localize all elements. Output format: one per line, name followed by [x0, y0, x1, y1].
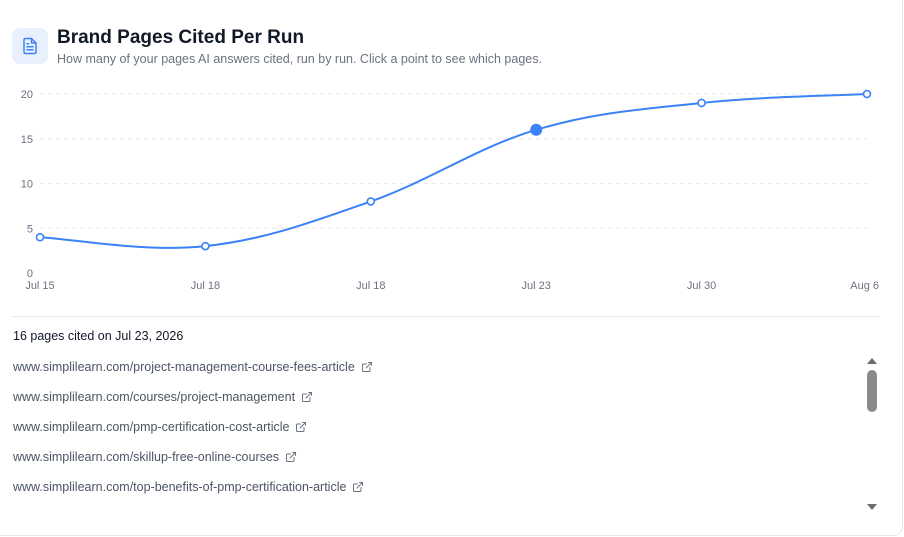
cited-page-url: www.simplilearn.com/top-benefits-of-pmp-…	[13, 480, 347, 494]
chart-title: Brand Pages Cited Per Run	[57, 27, 305, 48]
y-tick-label: 10	[21, 179, 33, 191]
x-tick-label: Jul 30	[687, 280, 716, 292]
external-link-icon[interactable]	[285, 451, 297, 463]
divider	[12, 316, 880, 317]
y-tick-label: 5	[27, 223, 33, 235]
y-tick-label: 20	[21, 89, 33, 101]
cited-pages-list: www.simplilearn.com/project-management-c…	[0, 352, 860, 512]
data-point[interactable]	[201, 241, 210, 251]
cited-page-url: www.simplilearn.com/pmp-certification-co…	[13, 420, 290, 434]
cited-page-link[interactable]: www.simplilearn.com/skillup-free-online-…	[13, 446, 297, 468]
y-tick-label: 15	[21, 134, 33, 146]
x-tick-label: Jul 15	[25, 280, 54, 292]
data-point[interactable]	[366, 197, 376, 206]
scroll-down-arrow-icon[interactable]	[867, 504, 877, 510]
chart-subtitle: How many of your pages AI answers cited,…	[57, 52, 542, 66]
external-link-icon[interactable]	[301, 391, 313, 403]
cited-page-link[interactable]: www.simplilearn.com/pmp-certification-co…	[13, 416, 307, 438]
data-point[interactable]	[697, 98, 706, 108]
scrollbar[interactable]	[864, 354, 880, 512]
cited-page-link[interactable]: www.simplilearn.com/top-benefits-of-pmp-…	[13, 476, 364, 498]
line-chart: 0 5 10 15 20 Jul 15 Jul 18 Jul 18 Jul 23 Jul 30 Au…	[21, 89, 879, 292]
external-link-icon[interactable]	[295, 421, 307, 433]
y-tick-label: 0	[27, 268, 33, 280]
detail-heading: 16 pages cited on Jul 23, 2026	[13, 329, 184, 343]
cited-page-link[interactable]: www.simplilearn.com/courses/project-mana…	[13, 386, 313, 408]
x-tick-label: Jul 18	[356, 280, 385, 292]
x-tick-label: Aug 6	[850, 280, 879, 292]
x-tick-label: Jul 23	[522, 280, 551, 292]
data-point[interactable]	[862, 89, 872, 99]
cited-page-url: www.simplilearn.com/skillup-free-online-…	[13, 450, 280, 464]
cited-page-link[interactable]: www.simplilearn.com/project-management-c…	[13, 356, 373, 378]
external-link-icon[interactable]	[352, 481, 364, 493]
x-tick-label: Jul 18	[191, 280, 220, 292]
document-icon	[12, 28, 48, 64]
data-point-selected[interactable]	[530, 123, 543, 136]
scroll-up-arrow-icon[interactable]	[867, 358, 877, 364]
cited-page-url: www.simplilearn.com/courses/project-mana…	[13, 390, 296, 404]
external-link-icon[interactable]	[361, 361, 373, 373]
data-point[interactable]	[35, 232, 45, 242]
scroll-thumb[interactable]	[867, 370, 877, 412]
cited-page-url: www.simplilearn.com/project-management-c…	[13, 360, 355, 374]
series-line	[39, 93, 868, 249]
